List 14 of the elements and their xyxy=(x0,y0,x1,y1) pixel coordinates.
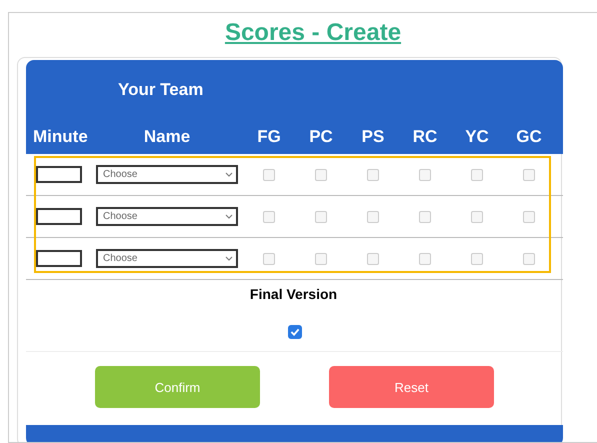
column-header: Minute xyxy=(33,127,88,147)
reset-button[interactable]: Reset xyxy=(329,366,494,408)
column-header: YC xyxy=(465,127,489,147)
column-header: RC xyxy=(412,127,438,147)
column-header: PC xyxy=(309,127,333,147)
name-dropdown[interactable]: Choose xyxy=(96,165,238,184)
final-version-label: Final Version xyxy=(250,286,338,304)
column-header: GC xyxy=(516,127,542,147)
name-dropdown[interactable]: Choose xyxy=(96,207,238,226)
column-header: FG xyxy=(257,127,281,147)
name-dropdown[interactable]: Choose xyxy=(96,249,238,268)
column-header: PS xyxy=(362,127,384,147)
column-header: Name xyxy=(144,127,190,147)
team-heading: Your Team xyxy=(118,80,204,100)
